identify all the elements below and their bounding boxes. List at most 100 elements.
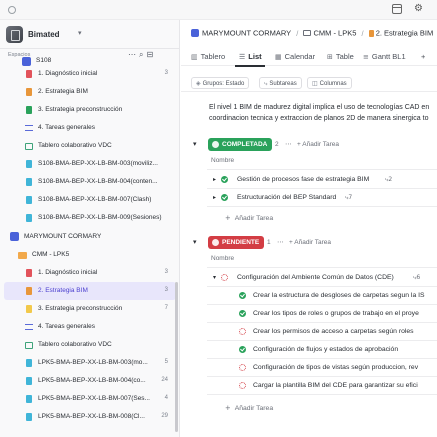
tab-tablero[interactable]: ▥ Tablero bbox=[191, 52, 225, 61]
sidebar-item-list[interactable]: 3. Estrategia preconstrucción bbox=[4, 101, 176, 119]
sidebar-item-list[interactable]: 2. Estrategia BIM bbox=[4, 83, 176, 101]
group-header-completed: ▾ COMPLETADA 2 ⋯ + Añadir Tarea bbox=[193, 138, 433, 152]
subtask-count: ⤷6 bbox=[413, 274, 421, 281]
list-doc-icon bbox=[368, 29, 374, 37]
document-icon bbox=[26, 196, 32, 204]
sidebar-item-doc[interactable]: LPK5-BMA-BEP-XX-LB-BM-003(mo... 5 bbox=[4, 354, 176, 372]
workspace-name: Bimated bbox=[28, 30, 60, 39]
chevron-down-icon[interactable]: ▾ bbox=[213, 274, 216, 281]
list-icon bbox=[25, 324, 33, 330]
sidebar-item-list-selected[interactable]: 2. Estrategia BIM 3 bbox=[4, 282, 176, 300]
task-row[interactable]: ▸ Estructuración del BEP Standard ⤷7 bbox=[207, 189, 437, 207]
breadcrumb-folder[interactable]: CMM - LPK5 bbox=[313, 29, 356, 38]
document-icon bbox=[26, 413, 32, 421]
sidebar-item-doc[interactable]: S108-BMA-BEP-XX-LB-BM-007(Clash) bbox=[4, 191, 176, 209]
sidebar-item-space[interactable]: MARYMOUNT CORMARY bbox=[4, 228, 176, 246]
workspace-logo bbox=[6, 26, 23, 43]
breadcrumb-space[interactable]: MARYMOUNT CORMARY bbox=[202, 29, 291, 38]
status-done-icon[interactable] bbox=[221, 194, 228, 201]
status-done-icon[interactable] bbox=[221, 176, 228, 183]
subtask-row[interactable]: Cargar la plantilla BIM del CDE para gar… bbox=[207, 377, 437, 395]
sidebar-scrollbar[interactable] bbox=[175, 282, 178, 432]
add-view-button[interactable]: + bbox=[421, 52, 425, 61]
sidebar-item-folder[interactable]: CMM - LPK5 bbox=[4, 246, 176, 264]
tab-gantt[interactable]: ≡ Gantt BL1 bbox=[363, 52, 406, 61]
chevron-down-icon[interactable]: ▾ bbox=[193, 238, 197, 246]
subtasks-button[interactable]: ⤷ Subtareas bbox=[259, 77, 302, 89]
status-badge-pending[interactable]: PENDIENTE bbox=[208, 236, 265, 249]
chevron-down-icon[interactable]: ▾ bbox=[193, 140, 197, 148]
subtask-row[interactable]: Configuración de tipos de vistas según p… bbox=[207, 359, 437, 377]
group-count: 1 bbox=[267, 239, 271, 246]
sidebar-item-list[interactable]: 1. Diagnóstico inicial 3 bbox=[4, 264, 176, 282]
separator: / bbox=[296, 28, 299, 38]
tab-calendar[interactable]: ▦ Calendar bbox=[275, 52, 315, 61]
sidebar-item-doc[interactable]: LPK5-BMA-BEP-XX-LB-BM-004(co... 24 bbox=[4, 372, 176, 390]
main-panel: MARYMOUNT CORMARY / CMM - LPK5 / 2. Estr… bbox=[181, 20, 437, 437]
sidebar-item-doc[interactable]: LPK5-BMA-BEP-XX-LB-BM-007(Ses... 4 bbox=[4, 390, 176, 408]
status-badge-completed[interactable]: COMPLETADA bbox=[208, 138, 273, 151]
add-task-button[interactable]: + Añadir Tarea bbox=[289, 239, 331, 246]
subtask-row[interactable]: Configuración de flujos y estados de apr… bbox=[207, 341, 437, 359]
board-icon: ▥ bbox=[191, 53, 198, 61]
status-done-icon[interactable] bbox=[239, 292, 246, 299]
list-doc-icon bbox=[26, 106, 32, 114]
more-icon[interactable]: ⋯ bbox=[285, 140, 292, 148]
columns-button[interactable]: ◫ Columnas bbox=[307, 77, 352, 89]
gantt-icon: ≡ bbox=[363, 53, 369, 61]
list-doc-icon bbox=[26, 70, 32, 78]
column-header-name[interactable]: Nombre bbox=[211, 157, 234, 164]
sidebar-item-doc[interactable]: S108-BMA-BEP-XX-LB-BM-009(Sesiones) bbox=[4, 209, 176, 227]
gear-icon[interactable]: ⚙ bbox=[414, 3, 423, 14]
status-pending-icon[interactable] bbox=[221, 274, 228, 281]
divider bbox=[207, 267, 437, 268]
calendar-icon[interactable] bbox=[392, 4, 402, 14]
tab-list[interactable]: ☰ List bbox=[239, 52, 262, 61]
separator: / bbox=[361, 28, 364, 38]
list-doc-icon bbox=[26, 269, 32, 277]
sidebar-item-doc[interactable]: S108-BMA-BEP-XX-LB-BM-004(conten... bbox=[4, 173, 176, 191]
sidebar-item-list[interactable]: 1. Diagnóstico inicial 3 bbox=[4, 65, 176, 83]
subtask-row[interactable]: Crear los tipos de roles o grupos de tra… bbox=[207, 305, 437, 323]
sidebar-item-list[interactable]: 3. Estrategia preconstrucción 7 bbox=[4, 300, 176, 318]
workspace-switcher[interactable]: Bimated ▾ bbox=[4, 24, 174, 46]
sidebar: Bimated ▾ Espacios ⋯⌕⊟ S108 1. Diagnósti… bbox=[0, 20, 180, 437]
task-row-parent[interactable]: ▾ Configuración del Ambiente Común de Da… bbox=[207, 269, 437, 287]
group-by-button[interactable]: ◈ Grupos: Estado bbox=[191, 77, 250, 89]
sidebar-item-list[interactable]: 4. Tareas generales bbox=[4, 119, 176, 137]
status-pending-icon[interactable] bbox=[239, 382, 246, 389]
add-task-row[interactable]: + Añadir Tarea bbox=[225, 214, 273, 222]
board-icon bbox=[25, 342, 33, 349]
status-done-icon[interactable] bbox=[239, 310, 246, 317]
status-pending-icon[interactable] bbox=[239, 364, 246, 371]
plus-icon: + bbox=[225, 214, 231, 222]
document-icon bbox=[26, 178, 32, 186]
subtask-count: ⤷2 bbox=[385, 176, 393, 183]
sidebar-item-board[interactable]: Tablero colaborativo VDC bbox=[4, 137, 176, 155]
chevron-down-icon: ▾ bbox=[78, 30, 82, 37]
tab-table[interactable]: ⊞ Table bbox=[327, 52, 354, 61]
subtask-row[interactable]: Crear los permisos de acceso a carpetas … bbox=[207, 323, 437, 341]
more-icon[interactable]: ⋯ bbox=[277, 238, 284, 246]
subtask-row[interactable]: Crear la estructura de desgloses de carp… bbox=[207, 287, 437, 305]
document-icon bbox=[26, 214, 32, 222]
breadcrumb-list[interactable]: 2. Estrategia BIM bbox=[376, 29, 434, 38]
calendar-icon: ▦ bbox=[275, 53, 282, 61]
add-task-row[interactable]: + Añadir Tarea bbox=[225, 404, 273, 412]
sidebar-item-list[interactable]: 4. Tareas generales bbox=[4, 318, 176, 336]
task-row[interactable]: ▸ Gestión de procesos fase de estrategia… bbox=[207, 171, 437, 189]
column-header-name[interactable]: Nombre bbox=[211, 255, 234, 262]
sidebar-item-doc[interactable]: LPK5-BMA-BEP-XX-LB-BM-008(Cl... 29 bbox=[4, 408, 176, 426]
add-task-button[interactable]: + Añadir Tarea bbox=[297, 141, 339, 148]
list-icon bbox=[25, 125, 33, 131]
status-pending-icon[interactable] bbox=[239, 328, 246, 335]
sidebar-item-board[interactable]: Tablero colaborativo VDC bbox=[4, 336, 176, 354]
status-done-icon[interactable] bbox=[239, 346, 246, 353]
sidebar-item-doc[interactable]: S108-BMA-BEP-XX-LB-BM-003(moviliz... bbox=[4, 155, 176, 173]
chevron-right-icon[interactable]: ▸ bbox=[213, 194, 216, 201]
chevron-right-icon[interactable]: ▸ bbox=[213, 176, 216, 183]
table-icon: ⊞ bbox=[327, 53, 333, 61]
breadcrumb: MARYMOUNT CORMARY / CMM - LPK5 / 2. Estr… bbox=[191, 28, 437, 40]
group-count: 2 bbox=[275, 141, 279, 148]
circle-icon[interactable] bbox=[8, 6, 16, 14]
